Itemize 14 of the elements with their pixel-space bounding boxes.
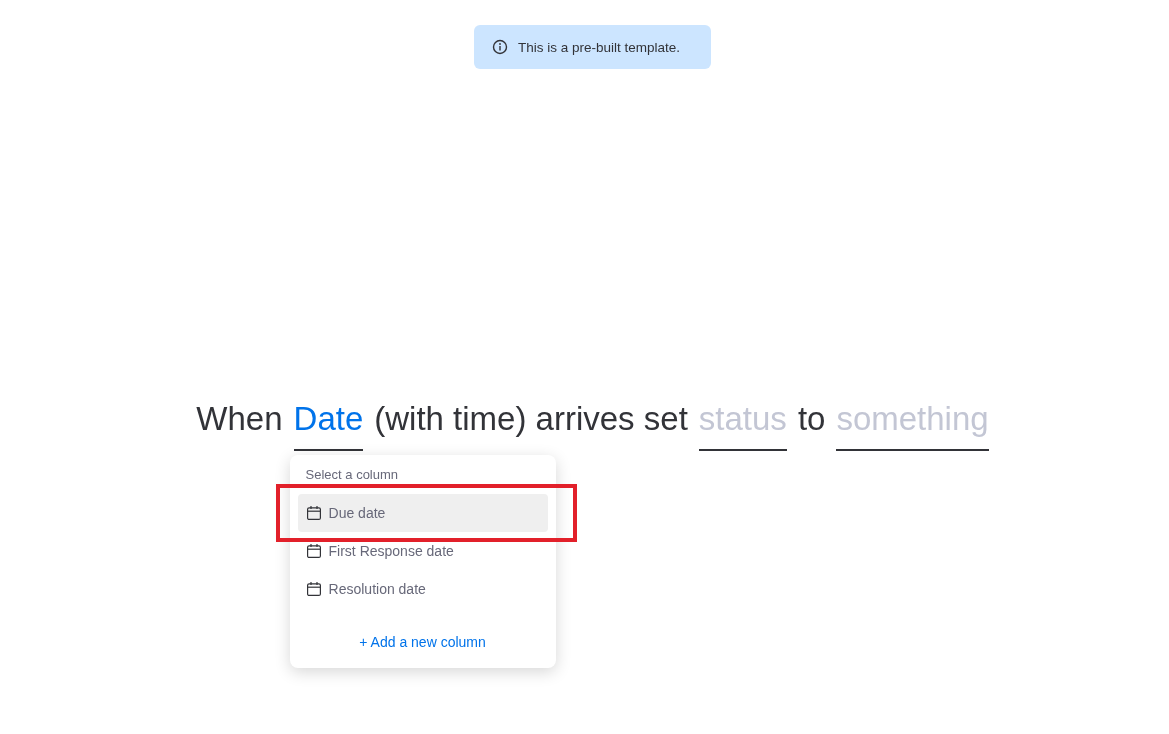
column-option[interactable]: Resolution date xyxy=(297,570,548,608)
sentence-text: When xyxy=(196,399,283,439)
sentence-text: to xyxy=(797,399,826,439)
sentence-field[interactable]: Date xyxy=(293,399,364,451)
calendar-icon xyxy=(305,581,322,597)
dropdown-heading: Select a column xyxy=(304,467,400,482)
column-option[interactable]: First Response date xyxy=(297,532,548,570)
calendar-icon xyxy=(305,505,322,521)
info-icon xyxy=(491,39,508,55)
calendar-icon xyxy=(305,543,322,559)
add-column-link[interactable]: + Add a new column xyxy=(359,634,486,650)
info-text: This is a pre-built template. xyxy=(517,39,681,55)
column-option[interactable]: Due date xyxy=(297,494,548,532)
sentence-text: (with time) arrives set xyxy=(374,399,688,439)
